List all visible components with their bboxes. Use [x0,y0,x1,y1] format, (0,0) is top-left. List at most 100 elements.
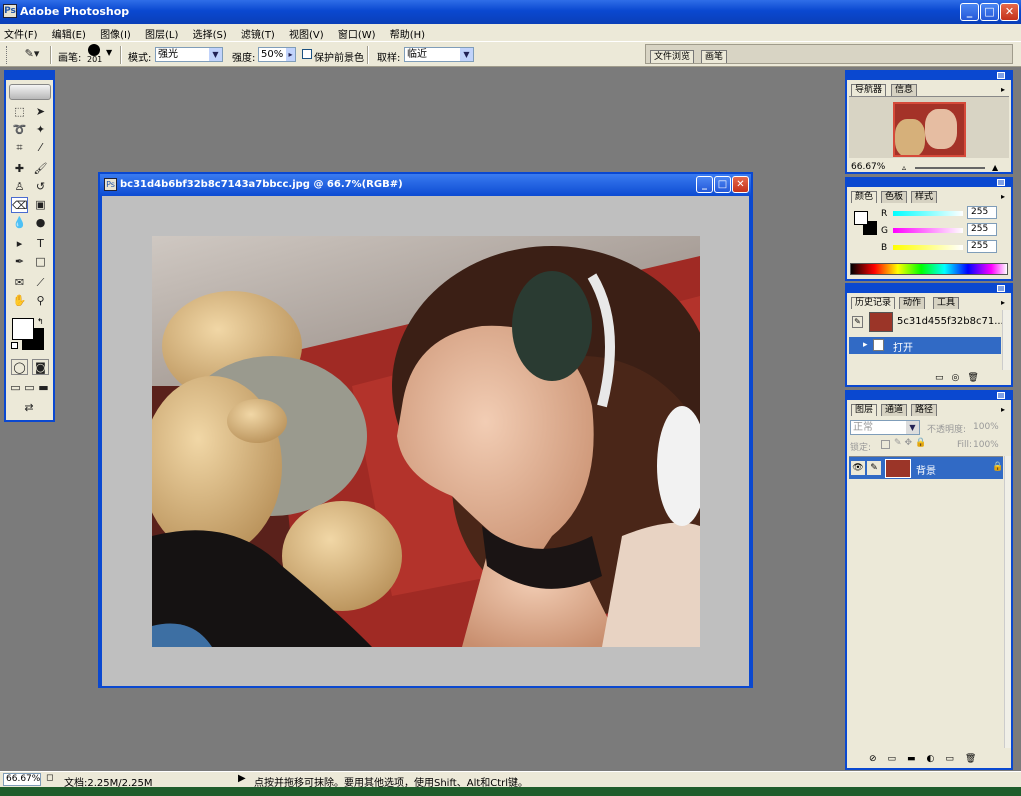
eraser-tool-icon[interactable]: ⌫ [11,197,28,213]
layers-footer-icons[interactable]: ⊘▭▬◐▭🗑 [869,754,987,764]
eyedropper-tool-icon[interactable]: ⟋ [32,275,49,291]
shape-tool-icon[interactable]: □ [32,254,49,270]
history-snapshot-row[interactable]: ✎ 5c31d455f32b8c71... [849,310,1004,336]
channel-r-input[interactable]: 255 [967,206,997,219]
crop-tool-icon[interactable]: ⌗ [11,140,28,156]
app-title-bar[interactable]: Adobe Photoshop [0,0,1021,24]
menu-layer[interactable]: 图层(L) [145,30,178,41]
screen-mode-full-icon[interactable]: ▬ [37,380,50,396]
menu-view[interactable]: 视图(V) [289,30,324,41]
marquee-tool-icon[interactable]: ⬚ [11,104,28,120]
screen-mode-full-menu-icon[interactable]: ▭ [23,380,36,396]
panel-minimize-icon[interactable] [997,285,1005,292]
gradient-tool-icon[interactable]: ▣ [32,197,49,213]
doc-close-button[interactable]: ✕ [732,176,749,193]
slice-tool-icon[interactable]: ⁄ [32,140,49,156]
panel-menu-icon[interactable]: ▸ [1001,192,1005,201]
color-panel-header[interactable] [847,179,1011,187]
navigator-zoom[interactable]: 66.67% [851,162,885,172]
channel-b-input[interactable]: 255 [967,240,997,253]
doc-maximize-button[interactable]: □ [714,176,731,193]
zoom-in-icon[interactable]: ▲ [992,164,998,172]
swap-colors-icon[interactable]: ↰ [37,317,44,326]
adobe-online-icon[interactable] [9,84,51,100]
tab-tool-presets[interactable]: 工具 [933,297,960,309]
panel-minimize-icon[interactable] [997,72,1005,79]
lock-transparency-checkbox[interactable] [881,440,890,449]
menu-file[interactable]: 文件(F) [4,30,38,41]
tab-channels[interactable]: 通道 [881,404,908,416]
layers-panel-header[interactable] [847,392,1011,400]
girl-with-teddy-bear-photo[interactable] [152,236,700,647]
menu-window[interactable]: 窗口(W) [338,30,376,41]
type-tool-icon[interactable]: T [32,236,49,252]
mode-select[interactable]: 强光 ▼ [155,47,223,62]
status-arrow-icon[interactable]: ▶ [238,773,246,784]
opacity-value[interactable]: 100% [973,422,999,432]
document-canvas[interactable] [102,196,749,686]
menu-select[interactable]: 选择(S) [193,30,227,41]
strength-input[interactable]: 50% ▸ [258,47,296,62]
tab-styles[interactable]: 样式 [911,191,938,203]
standard-mode-icon[interactable]: ◯ [11,359,28,375]
tool-preset-icon[interactable]: ✎▾ [18,46,46,62]
sampling-select[interactable]: 临近 ▼ [404,47,474,62]
screen-mode-standard-icon[interactable]: ▭ [9,380,22,396]
toolbox-header[interactable] [6,72,53,80]
layer-row-background[interactable]: 👁 ✎ 背景 🔒 [849,456,1003,479]
blend-mode-select[interactable]: 正常 ▼ [850,420,920,435]
channel-g-input[interactable]: 255 [967,223,997,236]
jump-to-imageready-icon[interactable]: ⇄ [11,400,47,416]
status-zoom-input[interactable]: 66.67% [3,773,41,786]
default-colors-icon[interactable] [11,342,18,349]
channel-g-slider[interactable] [893,228,963,233]
status-zoom-arrow-icon[interactable]: ◻ [46,773,53,783]
history-brush-source-icon[interactable]: ✎ [852,316,863,328]
tab-swatches[interactable]: 色板 [881,191,908,203]
notes-tool-icon[interactable]: ✉ [11,275,28,291]
layers-scrollbar[interactable] [1004,456,1011,748]
hand-tool-icon[interactable]: ✋ [11,293,28,309]
tab-actions[interactable]: 动作 [899,297,926,309]
navigator-thumbnail[interactable] [893,102,966,157]
menu-image[interactable]: 图像(I) [100,30,131,41]
panel-menu-icon[interactable]: ▸ [1001,298,1005,307]
panel-minimize-icon[interactable] [997,179,1005,186]
minimize-button[interactable]: _ [960,3,979,21]
foreground-color-swatch[interactable] [12,318,34,340]
history-footer-icons[interactable]: ▭◎🗑 [935,373,987,383]
history-scrollbar[interactable] [1002,310,1011,370]
path-selection-tool-icon[interactable]: ▸ [11,236,28,252]
tab-info[interactable]: 信息 [891,84,918,96]
fill-value[interactable]: 100% [973,440,999,450]
brush-link-icon[interactable]: ✎ [867,461,881,475]
brush-dropdown-icon[interactable]: ▼ [106,48,112,57]
color-foreground-swatch[interactable] [854,211,868,225]
menu-edit[interactable]: 编辑(E) [52,30,86,41]
tab-brushes[interactable]: 画笔 [701,50,728,63]
tab-file-browser[interactable]: 文件浏览 [650,50,695,63]
zoom-out-icon[interactable]: ▵ [902,164,912,172]
tab-paths[interactable]: 路径 [911,404,938,416]
blur-tool-icon[interactable]: 💧 [11,215,28,231]
pen-tool-icon[interactable]: ✒ [11,254,28,270]
dodge-tool-icon[interactable]: ● [32,215,49,231]
tab-history[interactable]: 历史记录 [851,297,896,309]
photoshop-icon[interactable]: Ps [3,4,17,18]
navigator-panel-header[interactable] [847,72,1011,80]
menu-filter[interactable]: 滤镜(T) [241,30,275,41]
healing-brush-tool-icon[interactable]: ✚ [11,161,28,177]
zoom-tool-icon[interactable]: ⚲ [32,293,49,309]
quick-mask-mode-icon[interactable]: ◙ [32,359,49,375]
history-brush-tool-icon[interactable]: ↺ [32,179,49,195]
menu-help[interactable]: 帮助(H) [390,30,425,41]
channel-b-slider[interactable] [893,245,963,250]
history-step-row[interactable]: ▸ 打开 [849,337,1001,354]
doc-minimize-button[interactable]: _ [696,176,713,193]
tab-layers[interactable]: 图层 [851,404,878,416]
channel-r-slider[interactable] [893,211,963,216]
maximize-button[interactable]: □ [980,3,999,21]
move-tool-icon[interactable]: ➤ [32,104,49,120]
tab-color[interactable]: 颜色 [851,191,878,203]
close-button[interactable]: ✕ [1000,3,1019,21]
